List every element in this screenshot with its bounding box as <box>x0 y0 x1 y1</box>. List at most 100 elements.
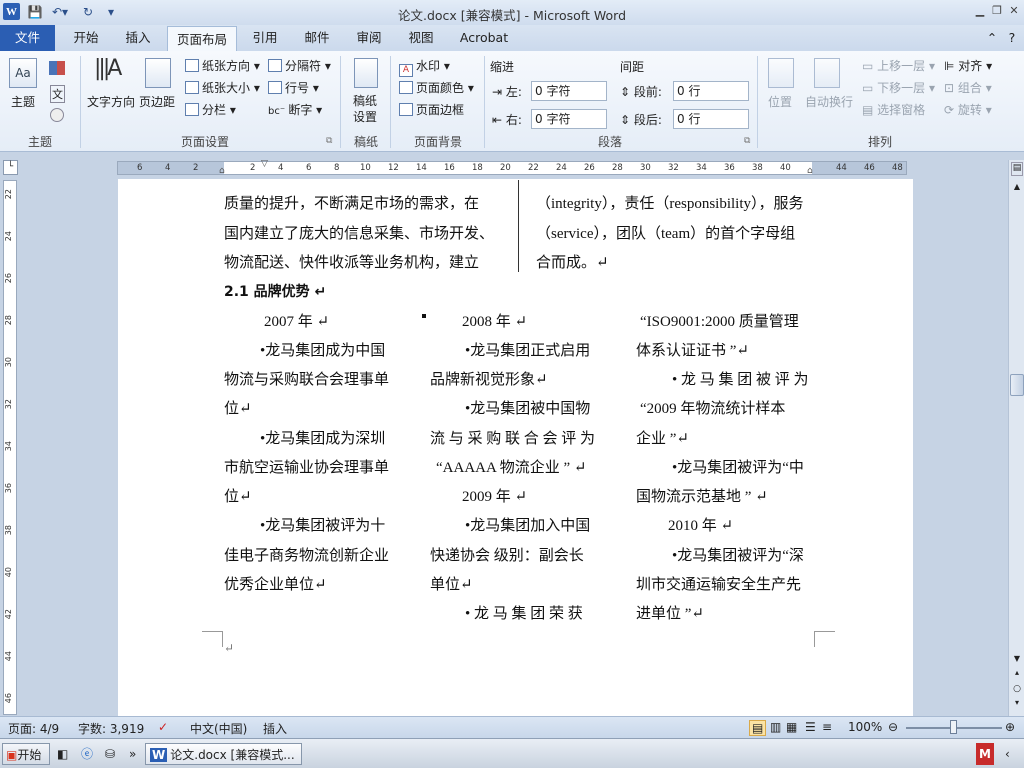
tab-review[interactable]: 审阅 <box>347 25 391 51</box>
word-count[interactable]: 字数: 3,919 <box>78 720 144 737</box>
col1-line[interactable]: 物流与采购联合会理事单 <box>224 368 389 389</box>
col3-line[interactable]: 体系认证证书 ”↵ <box>636 339 749 360</box>
page-count[interactable]: 页面: 4/9 <box>8 720 59 737</box>
col2-line[interactable]: 2009 年 ↵ <box>462 485 527 506</box>
tray-expand-icon[interactable]: ‹ <box>1005 743 1010 765</box>
col2-line[interactable]: 流 与 采 购 联 合 会 评 为 <box>430 427 595 448</box>
browse-object-icon[interactable]: ○ <box>1011 684 1023 696</box>
rotate-button[interactable]: ⟳ 旋转 ▾ <box>944 101 992 118</box>
col1-line[interactable]: •龙马集团成为深圳 <box>260 427 385 448</box>
tray-m-icon[interactable]: M <box>976 743 994 765</box>
orientation-button[interactable]: 纸张方向 ▾ <box>185 57 260 74</box>
page-setup-launcher-icon[interactable]: ⧉ <box>326 136 332 146</box>
col2-line[interactable]: 快递协会 级别：副会长 <box>430 544 584 565</box>
col3-line[interactable]: 进单位 ”↵ <box>636 602 704 623</box>
zoom-slider-thumb[interactable] <box>950 720 957 734</box>
col3-line[interactable]: • 龙 马 集 团 被 评 为 <box>672 368 809 389</box>
scroll-down-icon[interactable]: ▼ <box>1011 654 1023 666</box>
tab-references[interactable]: 引用 <box>243 25 287 51</box>
body-text-line[interactable]: 质量的提升，不断满足市场的需求，在 <box>224 192 479 213</box>
bring-forward-button[interactable]: ▭ 上移一层 ▾ <box>862 57 935 74</box>
watermark-button[interactable]: A 水印 ▾ <box>399 57 450 77</box>
full-screen-reading-icon[interactable]: ▥ <box>770 720 781 734</box>
zoom-in-icon[interactable]: ⊕ <box>1005 720 1015 734</box>
tab-mailings[interactable]: 邮件 <box>295 25 339 51</box>
group-button[interactable]: ⊡ 组合 ▾ <box>944 79 992 96</box>
show-desktop-icon[interactable]: ◧ <box>57 743 68 765</box>
col3-line[interactable]: •龙马集团被评为“深 <box>672 544 804 565</box>
col1-line[interactable]: 佳电子商务物流创新企业 <box>224 544 389 565</box>
tab-file[interactable]: 文件 <box>0 25 55 51</box>
more-quicklaunch-icon[interactable]: » <box>129 743 136 765</box>
vertical-ruler[interactable]: 22 24 26 28 30 32 34 36 38 40 42 44 46 <box>3 180 17 715</box>
col1-line[interactable]: 位↵ <box>224 485 252 506</box>
scroll-up-icon[interactable]: ▲ <box>1011 182 1023 194</box>
body-text-line[interactable]: （integrity），责任（responsibility），服务 <box>536 192 804 213</box>
theme-effects-icon[interactable] <box>50 108 64 122</box>
restore-icon[interactable]: ❐ <box>989 3 1005 19</box>
col2-line[interactable]: 单位↵ <box>430 573 473 594</box>
tab-home[interactable]: 开始 <box>64 25 108 51</box>
col1-line[interactable]: •龙马集团被评为十 <box>260 514 385 535</box>
page-color-button[interactable]: 页面颜色 ▾ <box>399 79 474 96</box>
zoom-level[interactable]: 100% <box>848 720 882 734</box>
tab-acrobat[interactable]: Acrobat <box>453 25 515 51</box>
zoom-out-icon[interactable]: ⊖ <box>888 720 898 734</box>
themes-button[interactable]: 主题 <box>11 93 35 110</box>
close-icon[interactable]: ✕ <box>1006 3 1022 19</box>
margins-icon[interactable] <box>145 58 171 88</box>
draft-paper-icon[interactable] <box>354 58 378 88</box>
col1-line[interactable]: 2007 年 ↵ <box>264 310 329 331</box>
vertical-scrollbar[interactable]: ▤ ▲ ▼ ▴ ○ ▾ <box>1008 160 1024 716</box>
columns-button[interactable]: 分栏 ▾ <box>185 101 236 118</box>
horizontal-ruler[interactable]: 6 4 2 2 4 6 8 10 12 14 16 18 20 22 24 26… <box>117 159 907 176</box>
col1-line[interactable]: •龙马集团成为中国 <box>260 339 385 360</box>
col3-line[interactable]: 圳市交通运输安全生产先 <box>636 573 801 594</box>
next-page-icon[interactable]: ▾ <box>1011 698 1023 710</box>
ie-browser-icon[interactable]: ⓔ <box>81 743 93 765</box>
col2-line[interactable]: •龙马集团加入中国 <box>465 514 590 535</box>
col3-line[interactable]: 2010 年 ↵ <box>668 514 733 535</box>
help-icon[interactable]: ? <box>1004 25 1020 51</box>
col3-line[interactable]: “2009 年物流统计样本 <box>640 397 785 418</box>
hyphenation-button[interactable]: bc⁻ 断字 ▾ <box>268 101 322 118</box>
body-text-line[interactable]: （service），团队（team）的首个字母组 <box>536 222 795 243</box>
col3-line[interactable]: 企业 ”↵ <box>636 427 689 448</box>
page-borders-button[interactable]: 页面边框 <box>399 101 464 118</box>
tab-page-layout[interactable]: 页面布局 <box>167 26 237 51</box>
indent-left-input[interactable]: 0 字符 <box>531 81 607 101</box>
paragraph-launcher-icon[interactable]: ⧉ <box>744 136 750 146</box>
col3-line[interactable]: 国物流示范基地 ” ↵ <box>636 485 768 506</box>
right-indent-marker-icon[interactable]: ⌂ <box>807 166 813 176</box>
body-text-line[interactable]: 国内建立了庞大的信息采集、市场开发、 <box>224 222 494 243</box>
breaks-button[interactable]: 分隔符 ▾ <box>268 57 331 74</box>
tab-view[interactable]: 视图 <box>399 25 443 51</box>
body-text-line[interactable]: 合而成。↵ <box>536 251 609 272</box>
tab-insert[interactable]: 插入 <box>116 25 160 51</box>
print-layout-icon[interactable]: ▤ <box>749 720 767 736</box>
draft-view-icon[interactable]: ≡ <box>822 720 832 734</box>
col2-line[interactable]: • 龙 马 集 团 荣 获 <box>465 602 583 623</box>
ruler-toggle-icon[interactable]: ▤ <box>1011 162 1023 176</box>
col3-line[interactable]: “ISO9001:2000 质量管理 <box>640 310 799 331</box>
start-button[interactable]: ▣开始 <box>2 743 50 765</box>
scroll-thumb[interactable] <box>1010 374 1024 396</box>
col2-line[interactable]: •龙马集团正式启用 <box>465 339 590 360</box>
margins-button[interactable]: 页边距 <box>139 93 175 110</box>
language-indicator[interactable]: 中文(中国) <box>190 720 247 737</box>
indent-right-input[interactable]: 0 字符 <box>531 109 607 129</box>
col1-line[interactable]: 优秀企业单位↵ <box>224 573 327 594</box>
quicklaunch-icon[interactable]: ⛁ <box>105 743 115 765</box>
col3-line[interactable]: •龙马集团被评为“中 <box>672 456 804 477</box>
first-line-indent-icon[interactable]: ▽ <box>261 159 268 169</box>
position-button[interactable]: 位置 <box>768 93 792 110</box>
minimize-icon[interactable]: ▁ <box>972 3 988 19</box>
insert-mode[interactable]: 插入 <box>263 720 287 737</box>
spacing-before-input[interactable]: 0 行 <box>673 81 749 101</box>
theme-fonts-icon[interactable]: 文 <box>50 85 65 103</box>
web-layout-icon[interactable]: ▦ <box>786 720 797 734</box>
left-indent-marker-icon[interactable]: ⌂ <box>219 166 225 176</box>
col2-line[interactable]: “AAAAA 物流企业 ” ↵ <box>436 456 586 477</box>
line-numbers-button[interactable]: 行号 ▾ <box>268 79 319 96</box>
col2-line[interactable]: 2008 年 ↵ <box>462 310 527 331</box>
